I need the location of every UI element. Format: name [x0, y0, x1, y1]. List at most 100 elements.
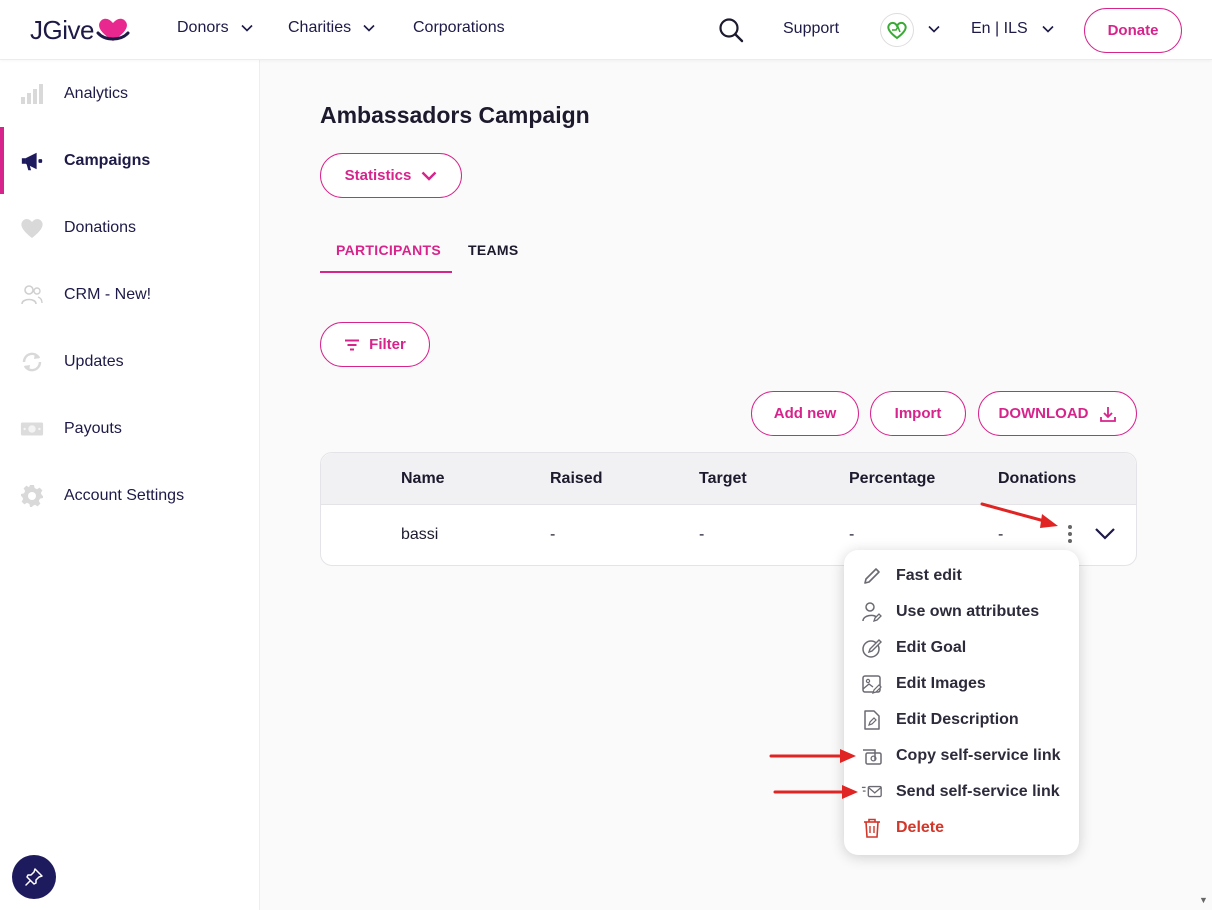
page-scrollbar[interactable] — [1197, 60, 1212, 910]
copy-link-icon — [861, 745, 883, 767]
column-header-percentage[interactable]: Percentage — [849, 470, 935, 488]
annotation-arrow-icon — [769, 749, 856, 763]
column-header-target[interactable]: Target — [699, 470, 747, 488]
page-title: Ambassadors Campaign — [320, 102, 590, 128]
menu-item-label: Copy self-service link — [896, 747, 1061, 764]
chevron-down-icon — [1042, 25, 1054, 33]
filter-button[interactable]: Filter — [320, 322, 430, 367]
filter-label: Filter — [369, 336, 406, 353]
user-edit-icon — [861, 601, 883, 623]
nav-donors-label: Donors — [177, 19, 229, 36]
menu-item-delete[interactable]: Delete — [844, 810, 1079, 846]
sidebar-item-payouts[interactable]: Payouts — [0, 395, 260, 462]
menu-item-use-own-attributes[interactable]: Use own attributes — [844, 594, 1079, 630]
menu-item-label: Edit Goal — [896, 639, 967, 656]
sidebar-item-label: Campaigns — [64, 151, 151, 169]
tab-participants[interactable]: PARTICIPANTS — [336, 242, 441, 258]
trash-icon — [861, 817, 883, 839]
logo-text: JGive — [30, 14, 94, 45]
donate-button[interactable]: Donate — [1084, 8, 1182, 53]
tab-teams[interactable]: TEAMS — [468, 242, 519, 258]
column-header-raised[interactable]: Raised — [550, 470, 602, 488]
chevron-down-icon — [363, 24, 375, 32]
menu-item-edit-description[interactable]: Edit Description — [844, 702, 1079, 738]
green-heart-avatar-icon — [887, 21, 907, 40]
chevron-down-icon — [241, 24, 253, 32]
menu-item-label: Edit Images — [896, 675, 986, 692]
sidebar-item-crm[interactable]: CRM - New! — [0, 261, 260, 328]
nav-charities[interactable]: Charities — [288, 19, 375, 37]
nav-charities-label: Charities — [288, 19, 352, 36]
import-button[interactable]: Import — [870, 391, 966, 436]
scroll-down-arrow-icon[interactable]: ▼ — [1199, 895, 1208, 905]
document-edit-icon — [861, 709, 883, 731]
table-header: Name Raised Target Percentage Donations — [321, 453, 1136, 505]
cell-percentage: - — [849, 526, 855, 543]
menu-item-label: Send self-service link — [896, 783, 1060, 800]
language-currency-selector[interactable]: En | ILS — [971, 20, 1054, 38]
users-icon — [20, 283, 44, 307]
chevron-down-icon[interactable] — [928, 25, 940, 33]
sidebar-item-label: CRM - New! — [64, 285, 152, 303]
refresh-icon — [20, 350, 44, 374]
menu-item-send-self-service-link[interactable]: Send self-service link — [844, 774, 1079, 810]
menu-item-copy-self-service-link[interactable]: Copy self-service link — [844, 738, 1079, 774]
download-icon — [1099, 406, 1116, 422]
language-label: En | ILS — [971, 20, 1028, 37]
sidebar-item-updates[interactable]: Updates — [0, 328, 260, 395]
annotation-arrow-icon — [773, 785, 858, 799]
sidebar-item-analytics[interactable]: Analytics — [0, 60, 260, 127]
jgive-logo[interactable]: JGive — [30, 14, 131, 46]
menu-item-label: Fast edit — [896, 567, 962, 584]
menu-item-label: Edit Description — [896, 711, 1019, 728]
gear-icon — [20, 484, 44, 508]
pin-icon — [25, 868, 43, 886]
bar-chart-icon — [20, 82, 44, 106]
pin-sidebar-button[interactable] — [12, 855, 56, 899]
top-bar: JGive Donors Charities Corporations Supp… — [0, 0, 1212, 60]
menu-item-edit-images[interactable]: Edit Images — [844, 666, 1079, 702]
statistics-label: Statistics — [344, 167, 412, 184]
search-icon[interactable] — [718, 17, 744, 43]
support-link[interactable]: Support — [783, 20, 839, 38]
download-label: DOWNLOAD — [998, 405, 1089, 422]
menu-item-edit-goal[interactable]: Edit Goal — [844, 630, 1079, 666]
add-new-button[interactable]: Add new — [751, 391, 859, 436]
column-header-donations[interactable]: Donations — [998, 470, 1076, 488]
sidebar-item-label: Analytics — [64, 84, 129, 102]
main-content: Ambassadors Campaign Statistics PARTICIP… — [260, 60, 1197, 910]
row-actions-menu: Fast edit Use own attributes Edit Goal E… — [844, 550, 1079, 855]
cell-name: bassi — [401, 526, 439, 543]
cell-target: - — [699, 526, 705, 543]
sidebar-item-campaigns[interactable]: Campaigns — [0, 127, 260, 194]
banknote-icon — [20, 417, 44, 441]
nav-corporations-label: Corporations — [413, 19, 505, 36]
send-mail-icon — [861, 781, 883, 803]
sidebar-item-donations[interactable]: Donations — [0, 194, 260, 261]
sidebar-item-account-settings[interactable]: Account Settings — [0, 462, 260, 529]
user-avatar[interactable] — [880, 13, 914, 47]
filter-icon — [345, 339, 360, 350]
pencil-icon — [861, 565, 883, 587]
goal-edit-icon — [861, 637, 883, 659]
row-actions-kebab-icon[interactable] — [1066, 518, 1074, 550]
cell-raised: - — [550, 526, 556, 543]
heart-logo-icon — [96, 18, 130, 41]
download-button[interactable]: DOWNLOAD — [978, 391, 1137, 436]
menu-item-fast-edit[interactable]: Fast edit — [844, 558, 1079, 594]
expand-row-chevron-icon[interactable] — [1094, 527, 1116, 541]
menu-item-label: Use own attributes — [896, 603, 1040, 620]
statistics-button[interactable]: Statistics — [320, 153, 462, 198]
column-header-name[interactable]: Name — [401, 470, 445, 488]
nav-donors[interactable]: Donors — [177, 19, 253, 37]
sidebar: Analytics Campaigns Donations CRM - New!… — [0, 60, 260, 910]
sidebar-item-label: Updates — [64, 352, 124, 370]
heart-icon — [20, 216, 44, 240]
sidebar-item-label: Payouts — [64, 419, 122, 437]
megaphone-icon — [20, 149, 44, 173]
annotation-arrow-icon — [980, 502, 1058, 528]
nav-corporations[interactable]: Corporations — [413, 19, 505, 37]
sidebar-item-label: Account Settings — [64, 486, 185, 504]
image-edit-icon — [861, 673, 883, 695]
chevron-down-icon — [421, 171, 437, 181]
